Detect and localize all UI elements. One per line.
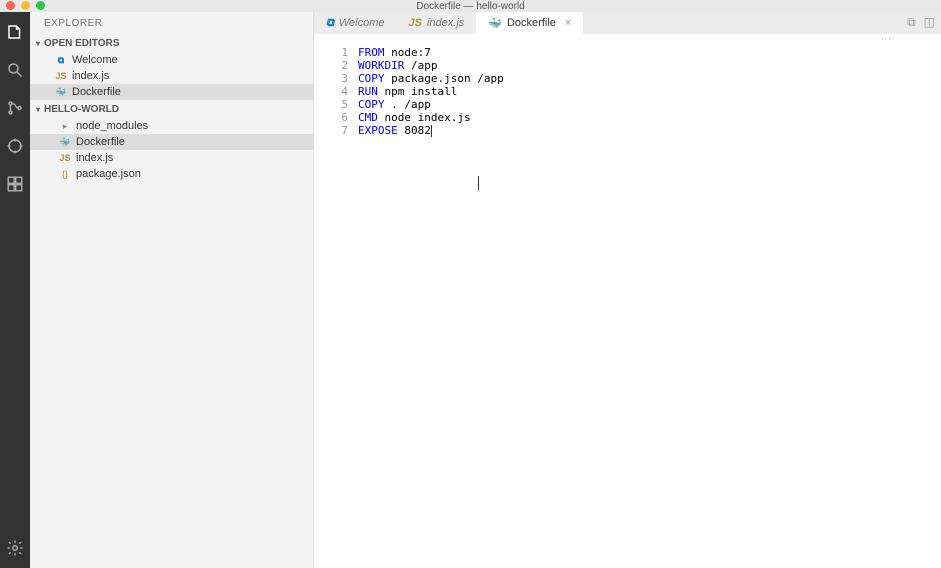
json-file-icon: {} bbox=[58, 167, 72, 181]
js-file-icon: JS bbox=[54, 69, 68, 83]
line-number: 3 bbox=[314, 72, 348, 85]
extensions-icon[interactable] bbox=[5, 174, 25, 194]
item-label: index.js bbox=[76, 152, 113, 164]
line-gutter: 1 2 3 4 5 6 7 bbox=[314, 44, 358, 568]
line-number: 1 bbox=[314, 46, 348, 59]
file-indexjs[interactable]: JS index.js bbox=[30, 150, 313, 166]
item-label: node_modules bbox=[76, 120, 148, 132]
code-line: COPY . /app bbox=[358, 98, 941, 111]
diff-icon[interactable]: ⧉ bbox=[907, 15, 916, 30]
line-number: 5 bbox=[314, 98, 348, 111]
window-title: Dockerfile — hello-world bbox=[416, 1, 524, 12]
code-line: CMD node index.js bbox=[358, 111, 941, 124]
explorer-title: EXPLORER bbox=[30, 12, 313, 34]
item-label: index.js bbox=[72, 70, 109, 82]
file-packagejson[interactable]: {} package.json bbox=[30, 166, 313, 182]
split-editor-icon[interactable]: ◫ bbox=[924, 15, 935, 30]
line-number: 7 bbox=[314, 124, 348, 137]
activity-bar bbox=[0, 12, 30, 568]
item-label: Welcome bbox=[72, 54, 118, 66]
tab-actions: ⧉ ◫ bbox=[907, 15, 935, 30]
section-label: OPEN EDITORS bbox=[44, 38, 119, 49]
file-dockerfile[interactable]: 🐳 Dockerfile bbox=[30, 134, 313, 150]
more-icon[interactable]: ⋯ bbox=[881, 34, 891, 45]
project-header[interactable]: ▾ HELLO-WORLD bbox=[30, 100, 313, 118]
traffic-lights bbox=[6, 1, 45, 10]
tab-label: index.js bbox=[427, 17, 464, 29]
open-editor-welcome[interactable]: ⧉ Welcome bbox=[30, 52, 313, 68]
item-label: Dockerfile bbox=[76, 136, 125, 148]
docker-file-icon: 🐳 bbox=[58, 135, 72, 149]
maximize-window-button[interactable] bbox=[36, 1, 45, 10]
chevron-right-icon: ▸ bbox=[58, 119, 72, 133]
line-number: 6 bbox=[314, 111, 348, 124]
code-line: RUN npm install bbox=[358, 85, 941, 98]
line-number: 4 bbox=[314, 85, 348, 98]
text-cursor bbox=[431, 125, 432, 137]
files-icon[interactable] bbox=[5, 22, 25, 42]
code-line: WORKDIR /app bbox=[358, 59, 941, 72]
settings-gear-icon[interactable] bbox=[5, 538, 25, 558]
editor-breadcrumb: ⋯ bbox=[314, 34, 941, 44]
chevron-down-icon: ▾ bbox=[36, 105, 40, 114]
close-tab-icon[interactable]: × bbox=[565, 17, 571, 29]
titlebar: Dockerfile — hello-world bbox=[0, 0, 941, 12]
search-icon[interactable] bbox=[5, 60, 25, 80]
section-label: HELLO-WORLD bbox=[44, 104, 119, 115]
vscode-icon: ⧉ bbox=[326, 17, 334, 30]
main-layout: EXPLORER ▾ OPEN EDITORS ⧉ Welcome JS ind… bbox=[0, 12, 941, 568]
tab-bar: ⧉ Welcome JS index.js 🐳 Dockerfile × ⧉ ◫ bbox=[314, 12, 941, 34]
tab-indexjs[interactable]: JS index.js bbox=[397, 12, 477, 34]
open-editors-header[interactable]: ▾ OPEN EDITORS bbox=[30, 34, 313, 52]
source-control-icon[interactable] bbox=[5, 98, 25, 118]
editor-area: ⧉ Welcome JS index.js 🐳 Dockerfile × ⧉ ◫… bbox=[314, 12, 941, 568]
vscode-icon: ⧉ bbox=[54, 53, 68, 67]
open-editor-indexjs[interactable]: JS index.js bbox=[30, 68, 313, 84]
folder-node-modules[interactable]: ▸ node_modules bbox=[30, 118, 313, 134]
code-content[interactable]: FROM node:7 WORKDIR /app COPY package.js… bbox=[358, 44, 941, 568]
chevron-down-icon: ▾ bbox=[36, 39, 40, 48]
tab-label: Dockerfile bbox=[507, 17, 556, 29]
code-line: FROM node:7 bbox=[358, 46, 941, 59]
explorer-sidebar: EXPLORER ▾ OPEN EDITORS ⧉ Welcome JS ind… bbox=[30, 12, 314, 568]
code-line: COPY package.json /app bbox=[358, 72, 941, 85]
docker-file-icon: 🐳 bbox=[54, 85, 68, 99]
code-editor[interactable]: 1 2 3 4 5 6 7 FROM node:7 WORKDIR /app C… bbox=[314, 44, 941, 568]
secondary-cursor bbox=[478, 176, 479, 190]
js-file-icon: JS bbox=[409, 17, 422, 29]
code-line: EXPOSE 8082 bbox=[358, 124, 941, 137]
docker-file-icon: 🐳 bbox=[488, 17, 502, 30]
js-file-icon: JS bbox=[58, 151, 72, 165]
item-label: package.json bbox=[76, 168, 141, 180]
minimize-window-button[interactable] bbox=[21, 1, 30, 10]
line-number: 2 bbox=[314, 59, 348, 72]
tab-label: Welcome bbox=[339, 17, 385, 29]
close-window-button[interactable] bbox=[6, 1, 15, 10]
tab-welcome[interactable]: ⧉ Welcome bbox=[314, 12, 397, 34]
debug-icon[interactable] bbox=[5, 136, 25, 156]
open-editor-dockerfile[interactable]: 🐳 Dockerfile bbox=[30, 84, 313, 100]
item-label: Dockerfile bbox=[72, 86, 121, 98]
tab-dockerfile[interactable]: 🐳 Dockerfile × bbox=[476, 12, 583, 34]
